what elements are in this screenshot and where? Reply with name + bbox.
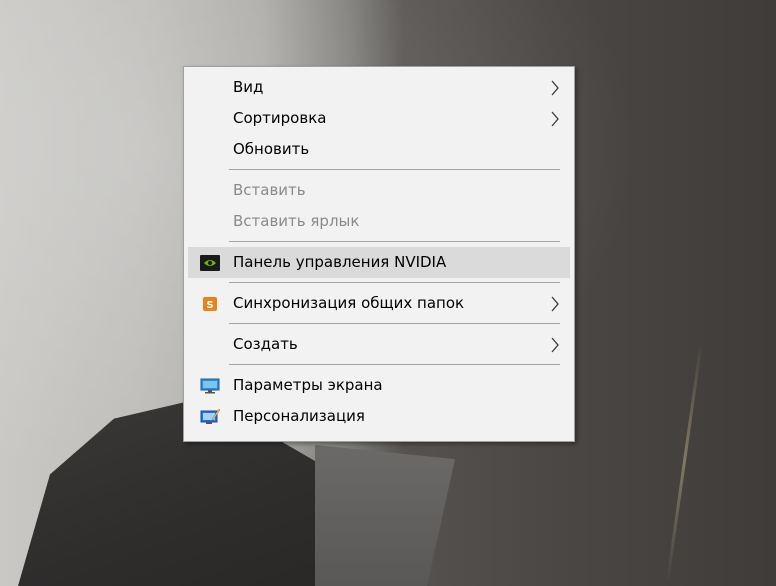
display-settings-icon bbox=[200, 376, 220, 395]
menu-item-параметры-экрана[interactable]: Параметры экрана bbox=[188, 370, 570, 401]
sync-folders-icon: S bbox=[200, 294, 220, 313]
menu-item-синхронизация-общих-папок[interactable]: S Синхронизация общих папок bbox=[188, 288, 570, 319]
menu-item-персонализация[interactable]: Персонализация bbox=[188, 401, 570, 432]
menu-item-label: Вставить bbox=[233, 181, 306, 199]
wallpaper-crack bbox=[665, 340, 703, 585]
menu-item-label: Персонализация bbox=[233, 407, 365, 425]
menu-item-вставить-ярлык: Вставить ярлык bbox=[188, 206, 570, 237]
menu-separator bbox=[229, 241, 560, 242]
menu-item-label: Панель управления NVIDIA bbox=[233, 253, 447, 271]
menu-item-label: Синхронизация общих папок bbox=[233, 294, 465, 312]
menu-separator bbox=[229, 282, 560, 283]
svg-text:S: S bbox=[206, 300, 213, 311]
menu-item-обновить[interactable]: Обновить bbox=[188, 134, 570, 165]
wallpaper-rock-shape bbox=[315, 445, 455, 586]
menu-separator bbox=[229, 323, 560, 324]
chevron-right-icon bbox=[548, 72, 562, 103]
menu-item-панель-управления-nvidia[interactable]: Панель управления NVIDIA bbox=[188, 247, 570, 278]
menu-item-label: Обновить bbox=[233, 140, 310, 158]
menu-item-label: Создать bbox=[233, 335, 298, 353]
desktop-context-menu: Вид Сортировка Обновить Вставить Вставить яр… bbox=[183, 66, 575, 442]
menu-separator bbox=[229, 364, 560, 365]
chevron-right-icon bbox=[548, 103, 562, 134]
menu-item-сортировка[interactable]: Сортировка bbox=[188, 103, 570, 134]
menu-item-label: Вид bbox=[233, 78, 264, 96]
menu-item-вид[interactable]: Вид bbox=[188, 72, 570, 103]
menu-separator bbox=[229, 169, 560, 170]
chevron-right-icon bbox=[548, 288, 562, 319]
menu-item-создать[interactable]: Создать bbox=[188, 329, 570, 360]
menu-item-label: Вставить ярлык bbox=[233, 212, 360, 230]
menu-item-label: Параметры экрана bbox=[233, 376, 383, 394]
nvidia-icon bbox=[200, 253, 220, 272]
menu-item-label: Сортировка bbox=[233, 109, 327, 127]
menu-item-вставить: Вставить bbox=[188, 175, 570, 206]
personalization-icon bbox=[200, 407, 220, 426]
chevron-right-icon bbox=[548, 329, 562, 360]
